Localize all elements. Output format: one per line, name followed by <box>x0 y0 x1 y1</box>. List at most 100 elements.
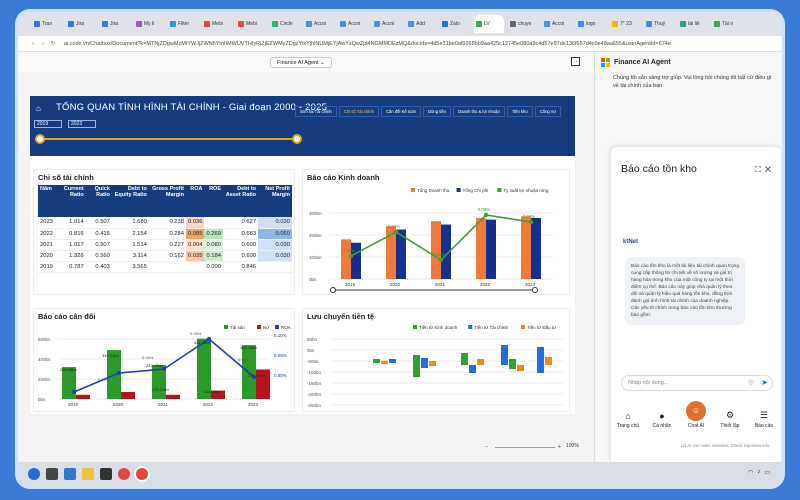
chrome-icon[interactable] <box>118 468 130 480</box>
year-from-input[interactable]: 2019 <box>34 120 62 128</box>
year-to-input[interactable]: 2023 <box>68 120 96 128</box>
kpi-column-header[interactable]: Gross Profit Margin <box>148 185 186 217</box>
y-tick-label: 0bn <box>309 277 317 282</box>
tab-label: Add <box>416 21 425 27</box>
kpi-column-header[interactable]: Current Ratio <box>54 185 86 217</box>
cashflow-chart: Tiền từ Kinh doanh Tiền từ Tài chính Tiền … <box>307 325 563 408</box>
nav-profile[interactable]: ● Cá nhân <box>647 411 677 429</box>
zoom-slider[interactable] <box>495 447 555 448</box>
browser-tab[interactable]: Tran <box>32 15 62 33</box>
table-row[interactable]: 2019 0.787 0.403 3.565 0.000 0.846 <box>38 261 292 273</box>
kpi-column-header[interactable]: ROA <box>185 185 205 217</box>
browser-tab[interactable]: tài liê <box>678 15 708 33</box>
legend-swatch <box>468 325 473 329</box>
table-row[interactable]: 2020 1.326 0.560 3.114 0.162 0.035 0.184 0.600 0… <box>38 250 292 262</box>
table-row[interactable]: 2022 0.816 0.415 2.154 0.284 0.085 0.269 0.683 0… <box>38 228 292 240</box>
browser-tab[interactable]: Jira <box>100 15 130 33</box>
volume-icon[interactable]: ♪ <box>757 469 760 476</box>
kpi-column-header[interactable]: Năm <box>38 185 55 217</box>
nav-reports[interactable]: ☰ Báo cáo <box>749 410 779 429</box>
browser-tab[interactable]: Mebi <box>202 15 232 33</box>
margin-point <box>483 212 489 218</box>
agent-selector[interactable]: Finance AI Agent ⌄ <box>270 57 332 68</box>
roa-value-label: 0.04% <box>238 357 250 362</box>
kpi-column-header[interactable]: Net Profit Margin <box>258 185 292 217</box>
report-nav-button[interactable]: Cân đối Kế toán <box>380 106 422 117</box>
tab-label: tài liê <box>688 21 700 27</box>
y-tick-label: 100bn <box>309 255 322 260</box>
browser-tab[interactable]: Accni <box>304 15 334 33</box>
browser-tab[interactable]: logo <box>576 15 606 33</box>
report-nav-button[interactable]: Doanh thu & lợi nhuận <box>452 106 505 117</box>
browser-tab[interactable]: Thuý <box>644 15 674 33</box>
close-icon[interactable]: ✕ <box>765 165 771 174</box>
fullscreen-icon[interactable]: ⛶ <box>755 165 761 174</box>
year-range-slider[interactable] <box>35 134 302 144</box>
cost-bar <box>531 217 541 279</box>
browser-tab[interactable]: Tài n <box>712 15 742 33</box>
back-icon[interactable]: ‹ <box>28 41 38 47</box>
slider-handle-start[interactable] <box>35 134 45 144</box>
slider-handle-end[interactable] <box>292 134 302 144</box>
mic-icon[interactable]: ◎ <box>748 377 754 389</box>
report-nav-button[interactable]: Dòng tiền <box>423 106 451 117</box>
browser-tab[interactable]: LV <box>474 15 504 33</box>
browser-tab[interactable]: Jira <box>66 15 96 33</box>
tab-favicon-icon <box>306 21 312 27</box>
margin-label: 0.02% <box>433 252 445 257</box>
reload-icon[interactable]: ↻ <box>48 41 58 47</box>
browser-tab[interactable]: Accni <box>372 15 402 33</box>
browser-tab[interactable]: Add <box>406 15 436 33</box>
cashflow-bar <box>537 347 544 373</box>
kpi-column-header[interactable]: Quick Ratio <box>85 185 112 217</box>
browser-tab[interactable]: Mebi <box>236 15 266 33</box>
report-nav-button[interactable]: Công nợ <box>534 106 561 117</box>
table-cell: 0.507 <box>85 239 112 251</box>
start-icon[interactable] <box>28 468 40 480</box>
tab-label: Mebi <box>246 21 257 27</box>
forward-icon[interactable]: › <box>38 41 48 47</box>
expand-icon[interactable]: → <box>571 57 580 66</box>
disclaimer: LN AI can make mistakes. Check important… <box>681 443 771 448</box>
url-text[interactable]: ai.codx.vn/Chatbox/Document?k=MTNjZDgwMz… <box>64 41 764 47</box>
nav-home[interactable]: ⌂ Trang chủ <box>613 411 643 429</box>
browser-tab[interactable]: Accni <box>542 15 572 33</box>
browser-tab[interactable]: chuye <box>508 15 538 33</box>
terminal-icon[interactable] <box>46 468 58 480</box>
kpi-column-header[interactable]: ROE <box>204 185 223 217</box>
report-nav-button[interactable]: Sơn tài Tài chính <box>295 106 337 117</box>
report-nav-button[interactable]: Tiền kho <box>506 106 533 117</box>
y-tick-label: 200bn <box>309 233 322 238</box>
chrome-active-icon[interactable] <box>136 468 148 480</box>
kpi-column-header[interactable]: Debt to Asset Ratio <box>222 185 259 217</box>
address-bar[interactable]: ‹ › ↻ ai.codx.vn/Chatbox/Document?k=MTNj… <box>18 36 782 52</box>
home-icon[interactable]: ⌂ <box>36 104 41 113</box>
browser-tab[interactable]: Zalo <box>440 15 470 33</box>
browser-tab[interactable]: Filter <box>168 15 198 33</box>
folder-icon[interactable] <box>82 468 94 480</box>
table-cell: 2019 <box>38 261 55 273</box>
browser-tab[interactable]: 7° 23 <box>610 15 640 33</box>
send-icon[interactable]: ➤ <box>761 378 768 388</box>
console-icon[interactable] <box>100 468 112 480</box>
battery-icon[interactable]: ▭ <box>764 469 770 476</box>
chat-input[interactable]: Nhập nội dung... ◎ ➤ <box>621 375 773 391</box>
wifi-icon[interactable]: ◠ <box>748 469 753 476</box>
nav-chat-ai[interactable]: ☺ Chat AI <box>681 401 711 429</box>
kpi-card: Chỉ số tài chính Năm Current Ratio Quick R… <box>33 169 295 295</box>
browser-tab[interactable]: My li <box>134 15 164 33</box>
monitor-icon[interactable] <box>64 468 76 480</box>
table-row[interactable]: 2023 1.014 0.507 1.680 0.238 0.036 0.627 0.030 <box>38 217 292 229</box>
legend-swatch <box>497 188 502 192</box>
y2-tick-label: 0.10% <box>274 333 287 338</box>
browser-tab[interactable]: Accni <box>338 15 368 33</box>
tab-favicon-icon <box>680 21 686 27</box>
nav-settings[interactable]: ⚙ Thiết lập <box>715 410 745 429</box>
kpi-column-header[interactable]: Debt to Equity Ratio <box>111 185 149 217</box>
table-row[interactable]: 2021 1.017 0.507 1.514 0.227 0.004 0.080 0.600 0… <box>38 239 292 251</box>
browser-tab[interactable]: Circle <box>270 15 300 33</box>
zoom-in-icon[interactable]: + <box>558 444 561 450</box>
zoom-out-icon[interactable]: − <box>485 444 488 450</box>
report-nav-button[interactable]: Chỉ số Tài chính <box>338 106 379 117</box>
revenue-bar <box>521 216 531 279</box>
